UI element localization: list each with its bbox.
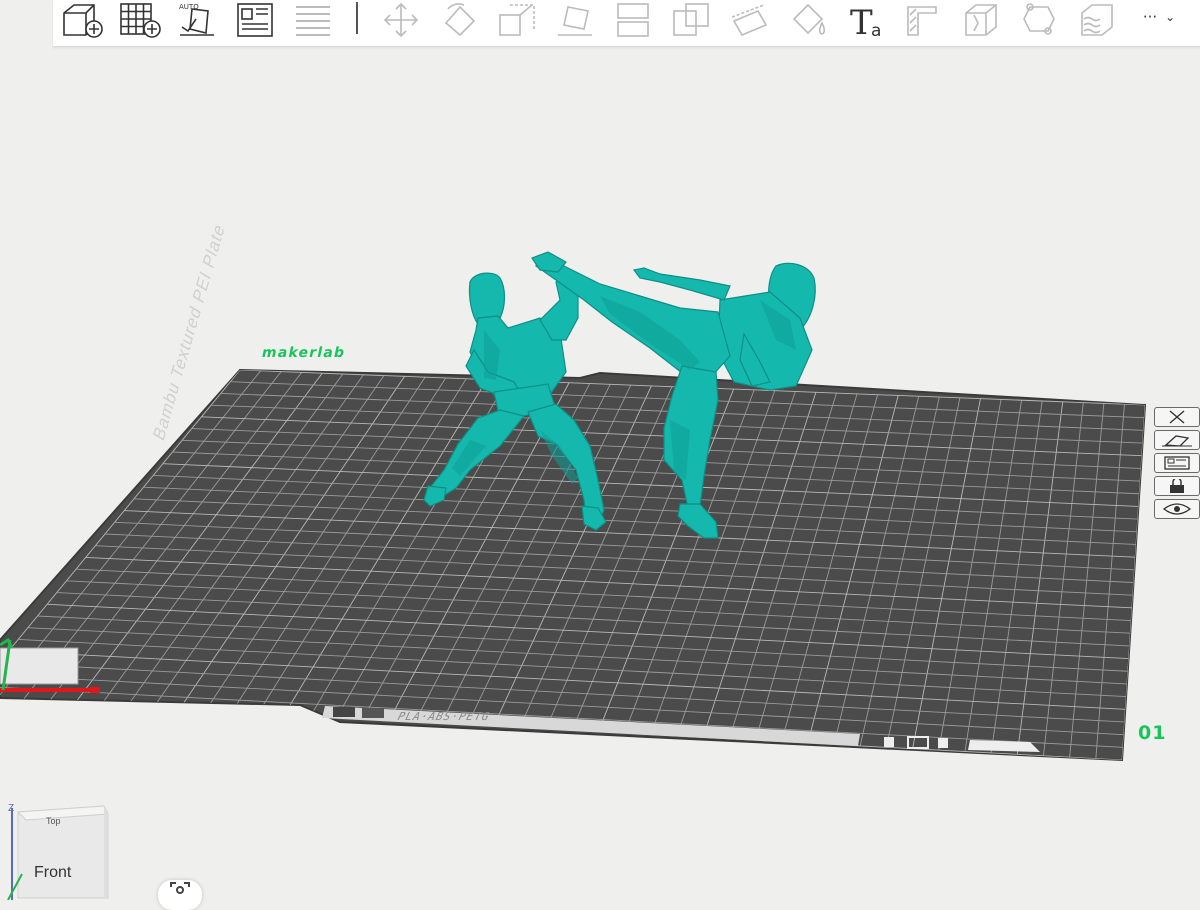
z-axis-label: Z [8, 803, 15, 814]
eye-icon [1162, 503, 1192, 515]
orient-plate-button[interactable] [1154, 430, 1200, 450]
orient-icon [1162, 435, 1192, 447]
scene-canvas [0, 251, 1147, 900]
bed-filament-label: PLA·ABS·PETG [394, 710, 493, 723]
3d-viewport[interactable]: makerlab 01 Bambu Textured PEI Plate PLA… [0, 47, 1200, 910]
plate-qr-mark [333, 707, 355, 717]
view-cube-top-label: Top [46, 816, 61, 826]
view-cube-front-label[interactable]: Front [34, 864, 71, 882]
arrange-plate-button[interactable] [1154, 453, 1200, 473]
lock-plate-button[interactable] [1154, 476, 1200, 496]
plate-logo-mark [362, 708, 384, 718]
lock-icon [1170, 479, 1184, 493]
camera-view-button[interactable] [158, 880, 202, 910]
makerlab-brand: makerlab [260, 345, 347, 361]
plate-settings-button[interactable] [1154, 499, 1200, 519]
plate-number: 01 [1138, 722, 1167, 744]
close-icon [1169, 410, 1185, 424]
camera-icon [170, 882, 190, 894]
arrange-icon [1164, 456, 1190, 470]
delete-plate-button[interactable] [1154, 407, 1200, 427]
origin-marker [0, 647, 79, 685]
